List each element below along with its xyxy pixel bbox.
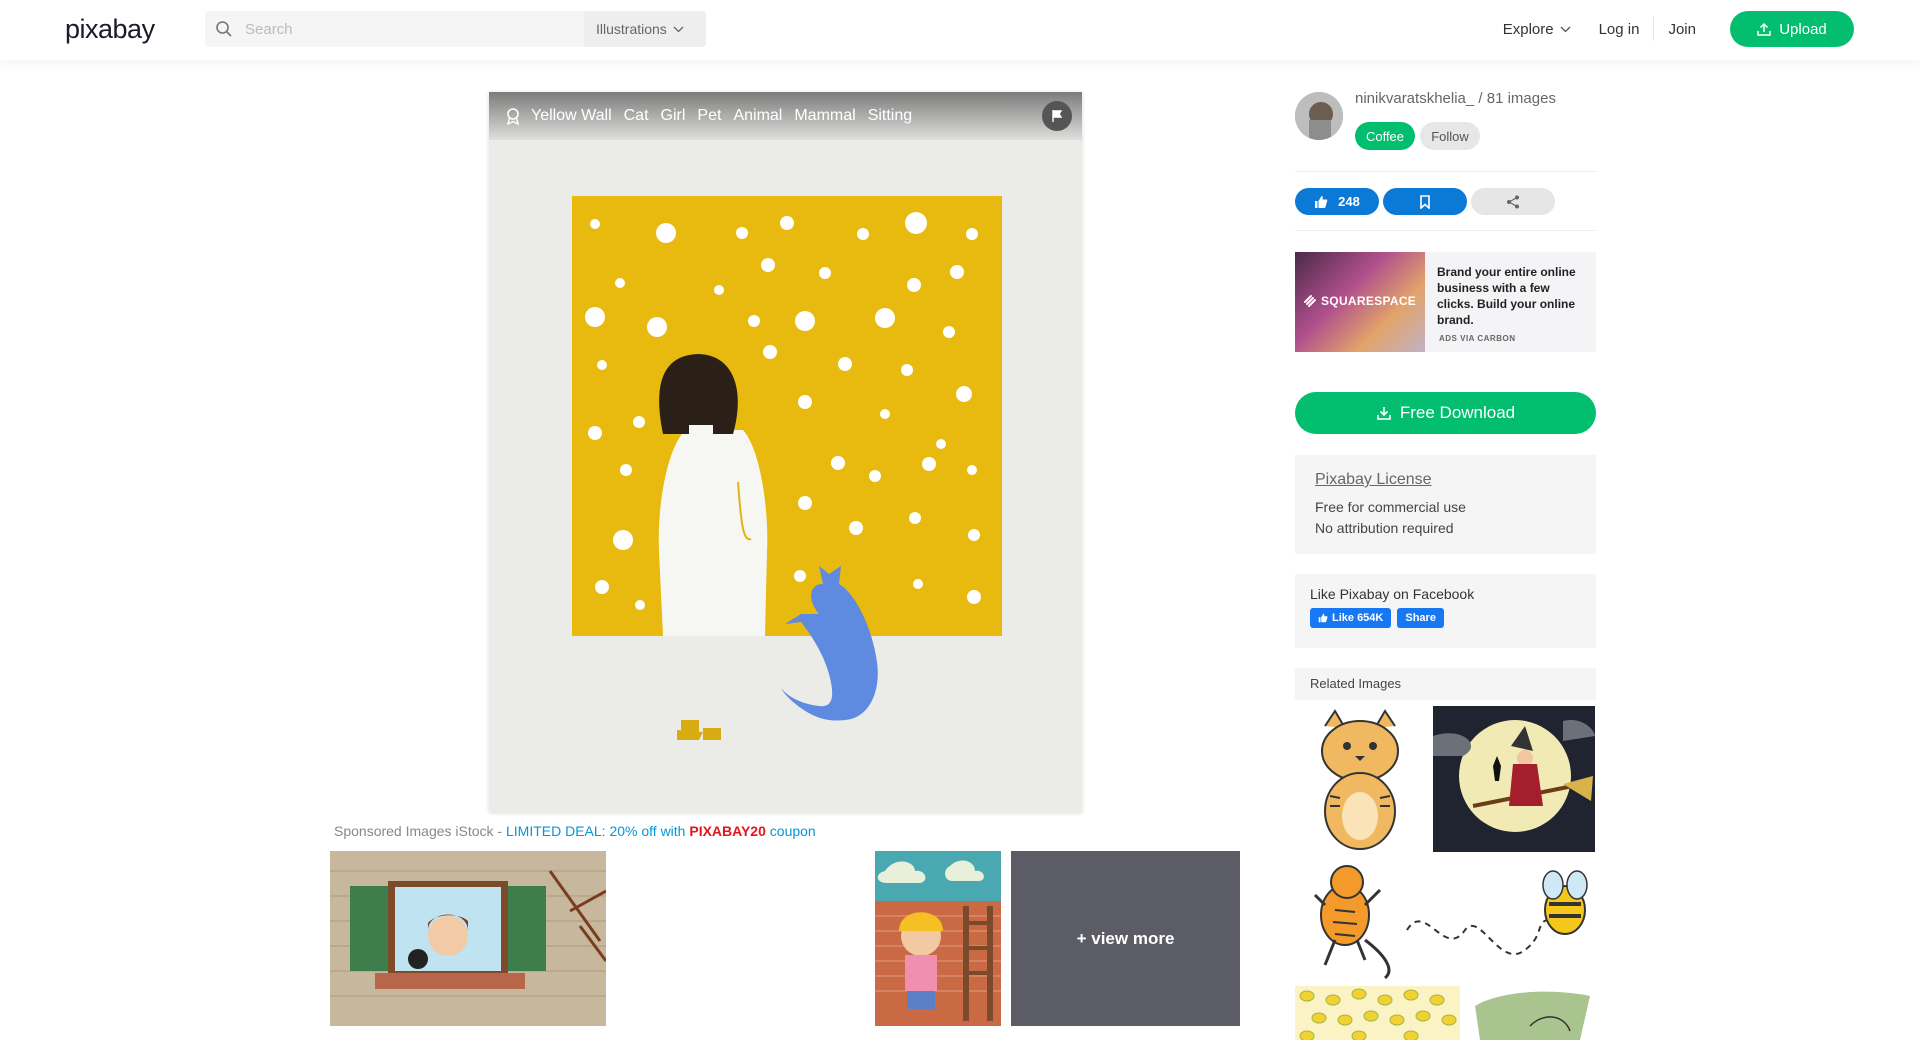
search-type-dropdown[interactable]: Illustrations xyxy=(584,11,706,47)
report-button[interactable] xyxy=(1042,101,1072,131)
bookmark-button[interactable] xyxy=(1383,188,1467,215)
share-icon xyxy=(1507,195,1519,208)
sponsored-banner: Sponsored Images iStock - LIMITED DEAL: … xyxy=(334,823,816,839)
follow-button[interactable]: Follow xyxy=(1420,122,1480,150)
header-nav: Explore Log in Join Upload xyxy=(1489,11,1854,47)
facebook-like-label: Like 654K xyxy=(1332,612,1384,624)
divider xyxy=(1295,230,1596,231)
search-icon xyxy=(216,21,232,37)
thumbs-up-icon xyxy=(1315,195,1328,208)
view-more-button[interactable]: + view more xyxy=(1011,851,1240,1026)
related-images-heading: Related Images xyxy=(1295,668,1596,700)
ad-brand-label: SQUARESPACE xyxy=(1321,294,1417,308)
license-box: Pixabay License Free for commercial use … xyxy=(1295,455,1596,554)
ad-brand: SQUARESPACE xyxy=(1303,294,1416,308)
tag-link[interactable]: Animal xyxy=(733,107,782,125)
tag-link[interactable]: Girl xyxy=(661,107,686,125)
login-link[interactable]: Log in xyxy=(1585,21,1654,38)
like-button[interactable]: 248 xyxy=(1295,188,1379,215)
sponsored-image[interactable] xyxy=(875,851,1001,1026)
chevron-down-icon xyxy=(673,26,684,32)
coupon-code[interactable]: PIXABAY20 xyxy=(689,823,766,839)
search-input[interactable] xyxy=(245,16,575,42)
main-image[interactable]: Yellow Wall Cat Girl Pet Animal Mammal S… xyxy=(489,92,1082,812)
tag-link[interactable]: Mammal xyxy=(794,107,855,125)
builder-girl-illustration xyxy=(875,851,1001,1026)
sponsored-image[interactable] xyxy=(330,851,606,1026)
facebook-like-button[interactable]: Like 654K xyxy=(1310,608,1392,628)
author-photo xyxy=(1295,92,1343,140)
green-shape-illustration xyxy=(1470,986,1596,1040)
deal-suffix[interactable]: coupon xyxy=(766,823,816,839)
related-image[interactable] xyxy=(1295,706,1425,852)
ad-text: Brand your entire online business with a… xyxy=(1437,265,1576,327)
pixabay-logo[interactable]: pixabay xyxy=(65,14,155,45)
top-header: pixabay Illustrations Explore Log in Joi… xyxy=(0,0,1920,60)
award-icon xyxy=(506,108,520,126)
explore-label: Explore xyxy=(1502,20,1554,38)
flag-icon xyxy=(1052,110,1063,122)
tag-bar: Yellow Wall Cat Girl Pet Animal Mammal S… xyxy=(489,92,1082,140)
facebook-title: Like Pixabay on Facebook xyxy=(1310,586,1475,602)
tag-link[interactable]: Yellow Wall xyxy=(531,107,612,125)
upload-icon xyxy=(1757,22,1771,36)
divider xyxy=(1295,171,1596,172)
chevron-down-icon xyxy=(1560,26,1571,32)
facebook-box: Like Pixabay on Facebook Like 654K Share xyxy=(1295,574,1596,648)
related-image[interactable] xyxy=(1295,860,1596,982)
squarespace-logo-icon xyxy=(1304,295,1316,307)
share-button[interactable] xyxy=(1471,188,1555,215)
related-image[interactable] xyxy=(1433,706,1595,852)
download-icon xyxy=(1377,407,1391,420)
avatar[interactable] xyxy=(1295,92,1343,140)
author-name-link[interactable]: ninikvaratskhelia_ / 81 images xyxy=(1355,90,1556,107)
thumbs-up-icon xyxy=(1318,613,1328,623)
sponsored-prefix: Sponsored Images iStock - xyxy=(334,823,506,839)
license-line: No attribution required xyxy=(1315,520,1454,536)
search-bar: Illustrations xyxy=(205,11,706,47)
like-count: 248 xyxy=(1338,194,1360,209)
download-label: Free Download xyxy=(1399,403,1516,422)
license-line: Free for commercial use xyxy=(1315,499,1466,515)
explore-menu[interactable]: Explore xyxy=(1489,21,1585,38)
girl-window-illustration xyxy=(330,851,606,1026)
tag-link[interactable]: Sitting xyxy=(868,107,912,125)
upload-button[interactable]: Upload xyxy=(1730,11,1854,47)
carbon-ad[interactable]: SQUARESPACE Brand your entire online bus… xyxy=(1295,252,1596,352)
tag-link[interactable]: Pet xyxy=(697,107,721,125)
cartoon-cat-illustration xyxy=(1295,706,1425,852)
witch-moon-illustration xyxy=(1433,706,1595,852)
facebook-share-button[interactable]: Share xyxy=(1397,608,1444,628)
facebook-buttons: Like 654K Share xyxy=(1310,608,1581,628)
illustration-girl-cat-yellow-wall xyxy=(489,92,1082,812)
bookmark-icon xyxy=(1420,194,1430,209)
join-link[interactable]: Join xyxy=(1654,21,1710,38)
ad-via-carbon[interactable]: ADS VIA CARBON xyxy=(1439,334,1515,343)
ad-image: SQUARESPACE xyxy=(1295,252,1425,352)
free-download-button[interactable]: Free Download xyxy=(1295,392,1596,434)
search-type-label: Illustrations xyxy=(596,21,667,37)
tiger-bee-illustration xyxy=(1295,860,1596,982)
license-link[interactable]: Pixabay License xyxy=(1315,471,1576,489)
related-image[interactable] xyxy=(1470,986,1596,1040)
upload-label: Upload xyxy=(1779,20,1827,38)
related-image[interactable] xyxy=(1295,986,1460,1040)
lemon-pattern-illustration xyxy=(1295,986,1460,1040)
tag-link[interactable]: Cat xyxy=(624,107,649,125)
deal-link[interactable]: LIMITED DEAL: 20% off with xyxy=(506,823,689,839)
coffee-button[interactable]: Coffee xyxy=(1355,122,1415,150)
